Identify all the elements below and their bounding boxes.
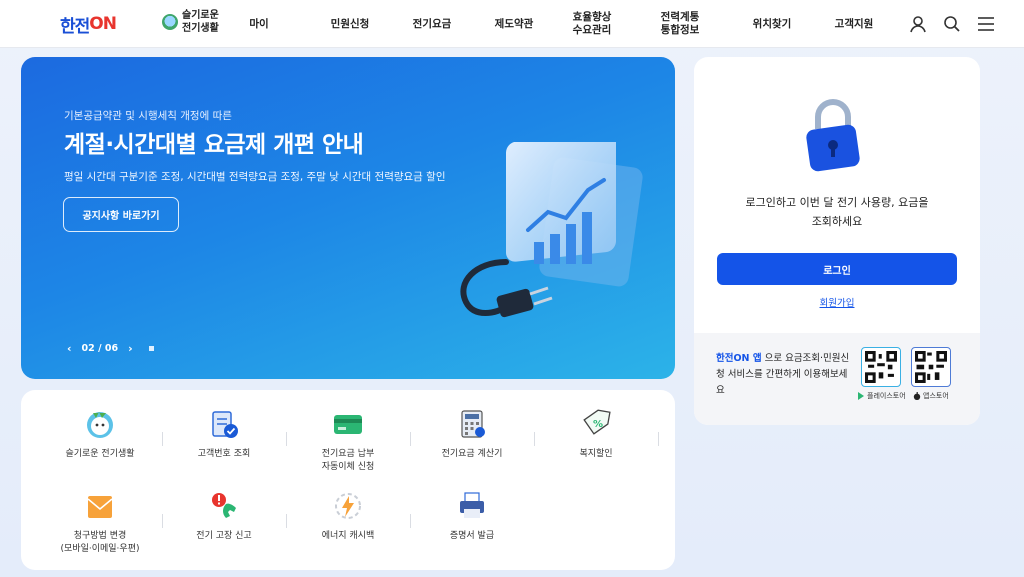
menu-icon[interactable] [976,14,996,34]
logo-on-text: ON [89,14,117,34]
user-icon[interactable] [908,14,928,34]
service-smart-life[interactable]: 슬기로운 전기생활 [38,408,162,461]
service-label: 고객번호 조회 [197,449,251,459]
google-play-qr-icon[interactable] [861,347,901,387]
quick-services: 슬기로운 전기생활 고객번호 조회 전기요금 납부 자동이체 신청 전기요금 계… [21,390,675,570]
nav-terms[interactable]: 제도약관 [489,0,539,48]
top-header: 한전 ON 슬기로운 전기생활 마이 민원신청 전기요금 제도약관 효율향상 수요… [0,0,1024,48]
service-autopay[interactable]: 전기요금 납부 자동이체 신청 [286,408,410,474]
service-calculator[interactable]: 전기요금 계산기 [410,408,534,461]
service-label: 청구방법 변경 (모바일·이메일·우편) [60,531,140,554]
app-store-qr-icon[interactable] [911,347,951,387]
nav-support[interactable]: 고객지원 [829,0,879,48]
google-play-icon [858,392,864,400]
svg-text:%: % [593,419,603,430]
service-label: 전기요금 계산기 [441,449,503,459]
mail-icon [87,496,113,518]
service-label: 전기 고장 신고 [196,531,252,541]
service-label: 에너지 캐시백 [321,531,375,541]
phone-alert-icon [212,493,236,518]
service-label: 증명서 발급 [449,531,495,541]
main-banner[interactable]: 기본공급약관 및 시행세칙 개정에 따른 계절·시간대별 요금제 개편 안내 평… [21,57,675,379]
signup-link[interactable]: 회원가입 [694,295,980,309]
service-certificate[interactable]: 증명서 발급 [410,490,534,543]
smart-life-label: 슬기로운 전기생활 [182,10,219,34]
banner-pagination: ‹ 02 / 06 › [67,342,154,355]
service-label: 복지할인 [579,449,613,459]
banner-description: 평일 시간대 구분기준 조정, 시간대별 전력량요금 조정, 주말 낮 시간대 … [64,171,446,183]
service-customer-number[interactable]: 고객번호 조회 [162,408,286,461]
notice-button[interactable]: 공지사항 바로가기 [63,197,179,232]
nav-efficiency[interactable]: 효율향상 수요관리 [567,0,617,48]
nav-power-system[interactable]: 전력계통 통합정보 [655,0,705,48]
nav-location[interactable]: 위치찾기 [747,0,797,48]
printer-icon [460,492,484,518]
nav-civil-request[interactable]: 민원신청 [325,0,375,48]
banner-subtitle: 기본공급약관 및 시행세칙 개정에 따른 [64,110,232,122]
login-message-line1: 로그인하고 이번 달 전기 사용량, 요금을 [745,196,929,209]
search-icon[interactable] [942,14,962,34]
login-message-line2: 조회하세요 [811,215,863,228]
login-card: 로그인하고 이번 달 전기 사용량, 요금을 조회하세요 로그인 회원가입 한전… [694,57,980,425]
app-promo-text: 한전ON 앱 으로 요금조회·민원신청 서비스를 간편하게 이용해보세요 [716,351,851,399]
apple-icon [913,392,921,400]
google-play-text: 플레이스토어 [867,392,906,400]
smart-life-link[interactable]: 슬기로운 전기생활 [162,9,219,35]
google-play-label[interactable]: 플레이스토어 [857,391,906,401]
service-welfare-discount[interactable]: % 복지할인 [534,408,658,461]
app-promo: 한전ON 앱 으로 요금조회·민원신청 서비스를 간편하게 이용해보세요 플레이… [694,333,980,425]
chart-plug-illustration [460,142,643,318]
banner-title: 계절·시간대별 요금제 개편 안내 [64,132,364,158]
service-label: 전기요금 납부 자동이체 신청 [321,449,375,472]
service-energy-cashback[interactable]: 에너지 캐시백 [286,490,410,543]
service-label: 슬기로운 전기생활 [65,449,135,459]
kepco-on-logo[interactable]: 한전 ON [60,12,117,37]
app-brand: 한전ON 앱 [716,353,762,364]
logo-text: 한전 [60,16,90,37]
login-message: 로그인하고 이번 달 전기 사용량, 요금을 조회하세요 [694,193,980,231]
service-fault-report[interactable]: 전기 고장 신고 [162,490,286,543]
energy-cashback-icon [335,493,361,519]
page-indicator: 02 / 06 [81,343,119,354]
divider [658,432,659,446]
login-button[interactable]: 로그인 [717,253,957,285]
service-billing-method[interactable]: 청구방법 변경 (모바일·이메일·우편) [38,490,162,556]
mascot-icon [87,412,113,438]
app-store-text: 앱스토어 [923,392,949,400]
credit-card-icon [334,415,362,434]
calculator-icon [461,410,485,438]
pause-icon[interactable] [148,346,154,351]
mascot-icon [162,14,178,30]
clipboard-check-icon [212,411,238,438]
app-store-label[interactable]: 앱스토어 [913,391,949,401]
discount-tag-icon: % [583,409,611,435]
prev-arrow-icon[interactable]: ‹ [67,342,72,355]
next-arrow-icon[interactable]: › [128,342,133,355]
nav-electric-fee[interactable]: 전기요금 [407,0,457,48]
lock-icon [806,99,860,172]
nav-my[interactable]: 마이 [242,0,276,48]
